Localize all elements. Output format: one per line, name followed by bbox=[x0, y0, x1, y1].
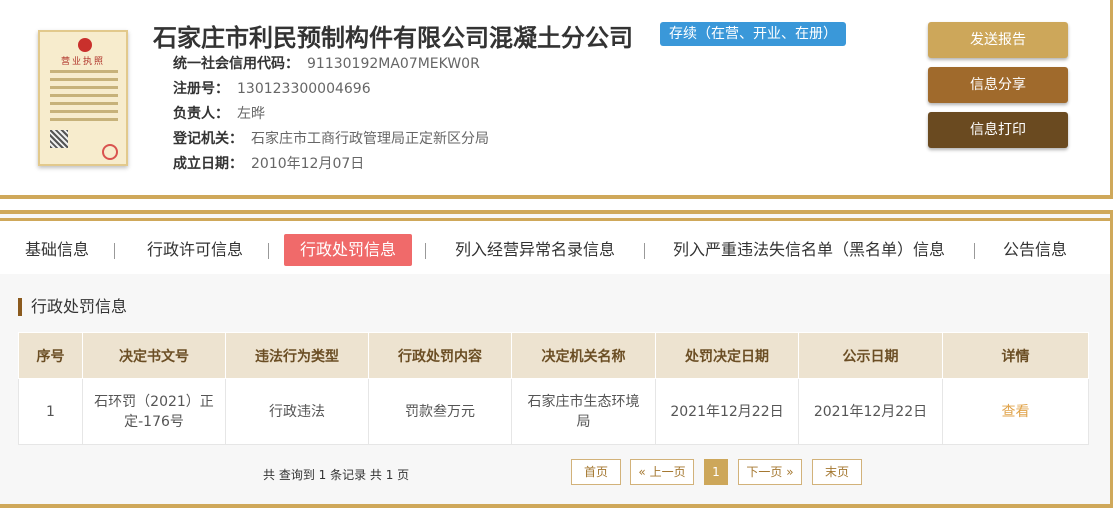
license-text-lines bbox=[50, 70, 118, 126]
reg-no-label: 注册号： bbox=[173, 81, 229, 97]
tab-divider bbox=[268, 243, 269, 259]
print-info-button[interactable]: 信息打印 bbox=[928, 112, 1068, 148]
last-page-button[interactable]: 末页 bbox=[812, 459, 862, 485]
section-title: 行政处罚信息 bbox=[18, 298, 127, 316]
reg-no-value: 130123300004696 bbox=[237, 81, 371, 97]
cell-decision-date: 2021年12月22日 bbox=[655, 378, 799, 445]
info-principal: 负责人： 左晔 bbox=[173, 102, 489, 127]
tab-divider bbox=[114, 243, 115, 259]
principal-label: 负责人： bbox=[173, 106, 229, 122]
company-info-list: 统一社会信用代码： 91130192MA07MEKW0R 注册号： 13012330… bbox=[173, 52, 489, 177]
column-header: 公示日期 bbox=[798, 332, 943, 379]
info-credit-code: 统一社会信用代码： 91130192MA07MEKW0R bbox=[173, 52, 489, 77]
column-header: 处罚决定日期 bbox=[655, 332, 799, 379]
tab-divider bbox=[974, 243, 975, 259]
established-value: 2010年12月07日 bbox=[251, 156, 365, 172]
established-label: 成立日期： bbox=[173, 156, 243, 172]
credit-code-value: 91130192MA07MEKW0R bbox=[307, 56, 480, 72]
qr-code-icon bbox=[50, 130, 68, 148]
share-info-button[interactable]: 信息分享 bbox=[928, 67, 1068, 103]
license-title: 营业执照 bbox=[60, 57, 105, 67]
tab-announcements[interactable]: 公告信息 bbox=[1003, 234, 1067, 266]
cell-publish-date: 2021年12月22日 bbox=[798, 378, 943, 445]
tab-admin-license[interactable]: 行政许可信息 bbox=[147, 234, 243, 266]
authority-label: 登记机关： bbox=[173, 131, 243, 147]
next-page-button[interactable]: 下一页 » bbox=[738, 459, 802, 485]
column-header: 决定书文号 bbox=[82, 332, 226, 379]
tab-divider bbox=[425, 243, 426, 259]
table-row: 1 石环罚（2021）正定-176号 行政违法 罚款叁万元 石家庄市生态环境局 … bbox=[18, 378, 1089, 445]
info-established: 成立日期： 2010年12月07日 bbox=[173, 152, 489, 177]
national-emblem-icon bbox=[78, 38, 92, 52]
tab-blacklist[interactable]: 列入严重违法失信名单（黑名单）信息 bbox=[673, 234, 945, 266]
cell-penalty: 罚款叁万元 bbox=[368, 378, 512, 445]
credit-code-label: 统一社会信用代码： bbox=[173, 56, 299, 72]
status-badge: 存续（在营、开业、在册） bbox=[660, 22, 846, 46]
authority-value: 石家庄市工商行政管理局正定新区分局 bbox=[251, 131, 489, 147]
current-page-button[interactable]: 1 bbox=[704, 459, 728, 485]
cell-no: 1 bbox=[18, 378, 83, 445]
column-header: 行政处罚内容 bbox=[368, 332, 512, 379]
column-header: 序号 bbox=[18, 332, 83, 379]
cell-authority: 石家庄市生态环境局 bbox=[511, 378, 656, 445]
send-report-button[interactable]: 发送报告 bbox=[928, 22, 1068, 58]
penalty-table: 序号 决定书文号 违法行为类型 行政处罚内容 决定机关名称 处罚决定日期 公示日… bbox=[18, 332, 1089, 445]
table-header-row: 序号 决定书文号 违法行为类型 行政处罚内容 决定机关名称 处罚决定日期 公示日… bbox=[18, 332, 1089, 379]
info-reg-no: 注册号： 130123300004696 bbox=[173, 77, 489, 102]
business-license-image: 营业执照 bbox=[38, 30, 128, 166]
column-header: 决定机关名称 bbox=[511, 332, 656, 379]
prev-page-button[interactable]: « 上一页 bbox=[630, 459, 694, 485]
company-name: 石家庄市利民预制构件有限公司混凝土分公司 bbox=[153, 24, 633, 52]
principal-value: 左晔 bbox=[237, 106, 265, 122]
tab-abnormal-list[interactable]: 列入经营异常名录信息 bbox=[455, 234, 615, 266]
first-page-button[interactable]: 首页 bbox=[571, 459, 621, 485]
penalty-info-card: 基础信息 行政许可信息 行政处罚信息 列入经营异常名录信息 列入严重违法失信名单… bbox=[0, 210, 1113, 508]
pagination-summary: 共 查询到 1 条记录 共 1 页 bbox=[263, 468, 410, 482]
cell-violation: 行政违法 bbox=[225, 378, 369, 445]
view-detail-link[interactable]: 查看 bbox=[942, 378, 1089, 445]
column-header: 违法行为类型 bbox=[225, 332, 369, 379]
info-authority: 登记机关： 石家庄市工商行政管理局正定新区分局 bbox=[173, 127, 489, 152]
tab-basic-info[interactable]: 基础信息 bbox=[25, 234, 89, 266]
seal-icon bbox=[102, 144, 118, 160]
tab-divider bbox=[644, 243, 645, 259]
company-header-card: 营业执照 石家庄市利民预制构件有限公司混凝土分公司 存续（在营、开业、在册） 统… bbox=[0, 0, 1113, 199]
cell-doc-no: 石环罚（2021）正定-176号 bbox=[82, 378, 226, 445]
column-header: 详情 bbox=[942, 332, 1089, 379]
tab-admin-penalty[interactable]: 行政处罚信息 bbox=[284, 234, 413, 266]
info-tabs: 基础信息 行政许可信息 行政处罚信息 列入经营异常名录信息 列入严重违法失信名单… bbox=[0, 218, 1110, 274]
